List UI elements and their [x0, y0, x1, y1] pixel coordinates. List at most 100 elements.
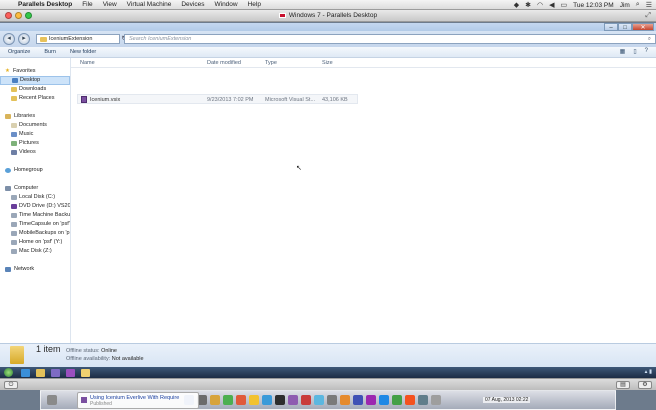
column-size[interactable]: Size	[322, 60, 333, 66]
dock-icon-11[interactable]	[314, 395, 324, 405]
menu-help[interactable]: Help	[248, 1, 261, 8]
close-window-button[interactable]	[5, 12, 12, 19]
nav-item-documents[interactable]: Documents	[0, 121, 70, 130]
bluetooth-icon[interactable]: ✱	[525, 1, 531, 9]
forward-button[interactable]: ▸	[18, 33, 30, 45]
organize-button[interactable]: Organize	[8, 49, 30, 55]
dock-icon-4[interactable]	[223, 395, 233, 405]
new-folder-button[interactable]: New folder	[70, 49, 96, 55]
menu-devices[interactable]: Devices	[181, 1, 204, 8]
app-menu[interactable]: Parallels Desktop	[18, 1, 72, 8]
fullscreen-icon[interactable]: ⤢	[645, 12, 651, 20]
burn-button[interactable]: Burn	[44, 49, 56, 55]
nav-item-label: Desktop	[20, 77, 41, 83]
back-button[interactable]: ◂	[3, 33, 15, 45]
dock-icon-14[interactable]	[353, 395, 363, 405]
menu-virtual-machine[interactable]: Virtual Machine	[127, 1, 172, 8]
nav-item-timecapsule[interactable]: TimeCapsule on 'psf'	[0, 220, 70, 229]
dock-icon-17[interactable]	[392, 395, 402, 405]
dock-icon-15[interactable]	[366, 395, 376, 405]
offline-status-value: Online	[101, 348, 117, 354]
column-date-modified[interactable]: Date modified	[207, 60, 241, 66]
dock-icon-3[interactable]	[210, 395, 220, 405]
nav-item-downloads[interactable]: Downloads	[0, 85, 70, 94]
minimize-window-button[interactable]	[15, 12, 22, 19]
nav-computer[interactable]: Computer	[0, 184, 70, 193]
notification-subtitle: Published	[90, 401, 112, 407]
app-taskbar-icon[interactable]	[81, 368, 90, 377]
nav-homegroup[interactable]: Homegroup	[0, 166, 70, 175]
nav-item-label: Videos	[19, 149, 36, 155]
start-button[interactable]	[4, 368, 13, 377]
nav-item-label: Music	[19, 131, 34, 137]
help-icon[interactable]: ?	[645, 48, 648, 55]
notification-banner[interactable]: Using Icenium Everlive With Require Publ…	[77, 392, 199, 409]
explorer-taskbar-icon[interactable]	[36, 368, 45, 377]
dropbox-icon[interactable]: ◆	[514, 1, 519, 9]
menu-view[interactable]: View	[103, 1, 117, 8]
dock-icon-9[interactable]	[288, 395, 298, 405]
offline-status-label: Offline status:	[66, 348, 100, 354]
nav-item-dvd-drive[interactable]: DVD Drive (D:) VS201	[0, 202, 70, 211]
nav-item-pictures[interactable]: Pictures	[0, 139, 70, 148]
explorer-window: – □ ✕ ◂ ▸ IceniumExtension ↻ Search Icen…	[0, 23, 656, 367]
battery-icon[interactable]: ▭	[560, 1, 567, 9]
vs-taskbar-icon[interactable]	[51, 368, 60, 377]
view-options-icon[interactable]: ▦	[620, 48, 626, 55]
volume-icon[interactable]: ◀	[549, 1, 554, 9]
menu-window[interactable]: Window	[214, 1, 237, 8]
nav-favorites[interactable]: ★ Favorites	[0, 67, 70, 76]
settings-icon[interactable]: ⚙	[638, 381, 652, 389]
zoom-window-button[interactable]	[25, 12, 32, 19]
offline-status: Offline status: Online	[66, 348, 117, 354]
ie-taskbar-icon[interactable]	[21, 368, 30, 377]
wifi-icon[interactable]: ◠	[537, 1, 543, 9]
nav-item-mobilebackups[interactable]: MobileBackups on 'p	[0, 229, 70, 238]
dock-icon-10[interactable]	[301, 395, 311, 405]
spotlight-icon[interactable]: ⌕	[636, 1, 640, 9]
nav-network[interactable]: Network	[0, 265, 70, 274]
minimize-button[interactable]: –	[604, 23, 618, 31]
nav-item-music[interactable]: Music	[0, 130, 70, 139]
dock-icon-16[interactable]	[379, 395, 389, 405]
preview-pane-icon[interactable]: ▯	[633, 48, 636, 55]
parallels-menu-icon[interactable]: ▤	[616, 381, 630, 389]
folder-large-icon	[10, 346, 24, 364]
file-row[interactable]: Icenium.vsix 9/23/2013 7:02 PM Microsoft…	[77, 94, 358, 104]
close-button[interactable]: ✕	[632, 23, 654, 31]
nav-item-mac-disk[interactable]: Mac Disk (Z:)	[0, 247, 70, 256]
system-tray[interactable]: ▴ ▮	[645, 369, 652, 375]
power-button[interactable]: ⏻	[4, 380, 18, 389]
nav-item-local-disk[interactable]: Local Disk (C:)	[0, 193, 70, 202]
nav-libraries[interactable]: Libraries	[0, 112, 70, 121]
dock-date-label: 07 Aug, 2013 02:22	[483, 397, 531, 403]
dock-icon-18[interactable]	[405, 395, 415, 405]
breadcrumb[interactable]: IceniumExtension	[36, 34, 120, 44]
offline-availability-label: Offline availability:	[66, 356, 111, 362]
vs-2012-taskbar-icon[interactable]	[66, 368, 75, 377]
music-icon	[11, 132, 17, 137]
nav-item-time-machine[interactable]: Time Machine Backup	[0, 211, 70, 220]
dock-icon-13[interactable]	[340, 395, 350, 405]
nav-item-recent-places[interactable]: Recent Places	[0, 94, 70, 103]
dock-icon-6[interactable]	[249, 395, 259, 405]
dock-icon-19[interactable]	[418, 395, 428, 405]
dock-icon-8[interactable]	[275, 395, 285, 405]
finder-dock-icon[interactable]	[47, 395, 57, 405]
menu-file[interactable]: File	[82, 1, 92, 8]
dock-icon-5[interactable]	[236, 395, 246, 405]
nav-item-videos[interactable]: Videos	[0, 148, 70, 157]
menu-clock[interactable]: Tue 12:03 PM	[573, 2, 614, 9]
column-type[interactable]: Type	[265, 60, 277, 66]
column-name[interactable]: Name	[80, 60, 95, 66]
maximize-button[interactable]: □	[618, 23, 632, 31]
nav-item-desktop[interactable]: Desktop	[0, 76, 70, 85]
dock-icon-12[interactable]	[327, 395, 337, 405]
menu-user[interactable]: Jim	[620, 2, 630, 9]
dock-icon-7[interactable]	[262, 395, 272, 405]
search-input[interactable]: Search IceniumExtension ⌕	[124, 34, 656, 44]
dock-icon-20[interactable]	[431, 395, 441, 405]
notification-center-icon[interactable]: ☰	[646, 1, 652, 9]
mac-menu-bar: Parallels Desktop File View Virtual Mach…	[0, 0, 656, 10]
nav-item-home-psf[interactable]: Home on 'psf' (Y:)	[0, 238, 70, 247]
